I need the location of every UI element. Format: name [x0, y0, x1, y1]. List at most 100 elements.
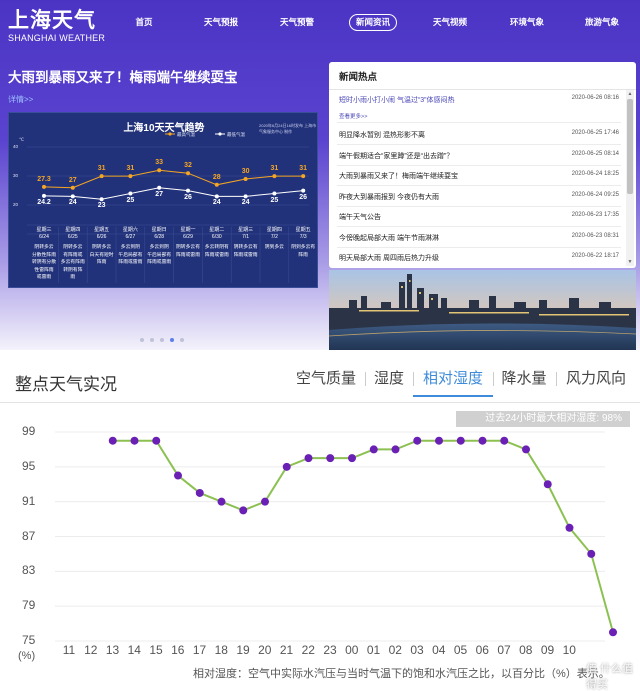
forecast-condition-line: 或雷雨 — [36, 275, 52, 280]
news-item-title: 端午假期适合“家里蹲”还是“出去蹭”？ — [339, 153, 454, 160]
hero-banner: 上海天气 SHANGHAI WEATHER 首页 天气预报 天气预警 新闻资讯 … — [0, 0, 640, 350]
tab-wind[interactable]: 风力风向 — [566, 367, 626, 388]
low-temp-point — [186, 188, 190, 193]
divider — [337, 185, 621, 186]
high-temp-label: 31 — [126, 165, 135, 173]
forecast-day: 星期四 6/25 — [60, 227, 85, 241]
headline-title[interactable]: 大雨到暴雨又来了！梅雨端午继续耍宝 — [8, 66, 238, 86]
tab-divider — [365, 372, 366, 386]
forecast-day: 星期五 7/3 — [291, 227, 316, 241]
forecast-weekday: 星期一 — [180, 227, 196, 233]
news-item-title: 大雨到暴雨又来了！梅雨端午继续耍宝 — [339, 173, 458, 180]
humidity-point — [543, 480, 552, 489]
scroll-up-arrow-icon[interactable]: ▲ — [626, 90, 634, 98]
nav-environment[interactable]: 环境气象 — [510, 13, 544, 31]
x-tick-label: 05 — [453, 643, 468, 657]
forecast-weekday: 星期四 — [266, 227, 282, 233]
forecast-published: 2020年6月24日16时发布 上海市气象服务中心 制作 — [259, 123, 317, 134]
forecast-condition-line: 阴转多云 — [91, 245, 112, 250]
low-temp-point — [42, 193, 46, 198]
carousel-dot[interactable] — [180, 338, 184, 342]
section-title: 整点天气实况 — [15, 375, 117, 394]
high-temp-label: 33 — [155, 159, 164, 167]
high-temp-point — [99, 174, 104, 179]
low-temp-point — [157, 185, 162, 190]
x-tick-label: 02 — [388, 643, 402, 657]
humidity-point — [565, 523, 574, 532]
news-item-date: 2020-06-22 18:17 — [571, 253, 619, 259]
site-logo[interactable]: 上海天气 SHANGHAI WEATHER — [8, 4, 105, 43]
forecast-unit: ℃ — [19, 137, 25, 142]
y-tick-label: 83 — [22, 563, 36, 578]
x-tick-label: 22 — [301, 643, 315, 657]
forecast-date: 6/30 — [211, 234, 222, 240]
tab-relative-humidity[interactable]: 相对湿度 — [423, 367, 483, 388]
nav-travel[interactable]: 旅游气象 — [585, 13, 619, 31]
high-temp-label: 32 — [184, 162, 192, 170]
legend-low: 最低气温 — [227, 132, 245, 137]
carousel-dot[interactable] — [170, 338, 174, 342]
x-tick-label: 13 — [105, 643, 120, 657]
nav-forecast[interactable]: 天气预报 — [204, 13, 238, 31]
news-panel: 新闻热点 短时小雨小打小闹 气温过“3”体感闷热 2020-06-26 08:1… — [329, 62, 636, 268]
carousel-dot[interactable] — [160, 338, 164, 342]
forecast-day: 星期三 7/1 — [233, 227, 258, 241]
detail-link[interactable]: 详情>> — [8, 94, 33, 105]
nav-video[interactable]: 天气视频 — [433, 13, 467, 31]
low-temp-label: 27 — [155, 190, 164, 198]
forecast-condition-line: 转阴有分散 — [32, 260, 56, 265]
humidity-point — [108, 436, 117, 445]
forecast-weekday: 星期三 — [238, 227, 254, 233]
tab-air-quality[interactable]: 空气质量 — [296, 367, 356, 388]
scroll-thumb[interactable] — [627, 99, 633, 194]
forecast-date: 7/3 — [299, 234, 307, 240]
forecast-condition: 阴到多云 — [261, 244, 287, 252]
low-temp-label: 25 — [270, 196, 279, 204]
forecast-card[interactable]: 上海10天天气趋势 2020年6月24日16时发布 上海市气象服务中心 制作 最… — [8, 112, 318, 288]
forecast-date: 6/25 — [67, 234, 78, 240]
tab-divider — [493, 372, 494, 386]
forecast-condition: 多云转阴有 阵雨或雷雨 — [204, 244, 230, 259]
low-temp-label: 24 — [212, 199, 221, 207]
tab-precipitation[interactable]: 降水量 — [501, 367, 546, 388]
low-temp-point — [128, 191, 133, 196]
low-temp-label: 24 — [241, 199, 250, 207]
main-nav: 首页 天气预报 天气预警 新闻资讯 天气视频 环境气象 旅游气象 — [120, 13, 640, 31]
high-temp-label: 27.3 — [37, 175, 51, 183]
forecast-date: 6/27 — [125, 234, 136, 240]
y-tick-label: 95 — [22, 458, 36, 473]
x-tick-label: 19 — [236, 643, 250, 657]
news-item-date: 2020-06-25 17:46 — [571, 130, 619, 136]
carousel-dot[interactable] — [150, 338, 154, 342]
humidity-point — [261, 497, 269, 506]
nav-warning[interactable]: 天气预警 — [280, 13, 314, 31]
low-temp-point — [70, 194, 75, 199]
low-temp-label: 25 — [126, 196, 135, 204]
forecast-date: 7/2 — [270, 234, 278, 240]
low-temp-point — [243, 194, 248, 199]
view-more-link[interactable]: 查看更多>> — [339, 112, 367, 120]
forecast-condition-line: 性雷阵雨 — [34, 267, 54, 273]
forecast-date: 6/29 — [183, 234, 193, 240]
x-tick-label: 09 — [540, 643, 555, 657]
forecast-condition: 阴到多云有 阵雨 — [290, 244, 316, 259]
nav-home[interactable]: 首页 — [135, 13, 152, 31]
high-temp-label: 28 — [212, 173, 221, 181]
forecast-axis-label: 20 — [13, 202, 19, 207]
news-item-date: 2020-06-24 09:25 — [571, 192, 619, 198]
divider — [329, 89, 636, 90]
page: 上海天气 SHANGHAI WEATHER 首页 天气预报 天气预警 新闻资讯 … — [0, 0, 640, 691]
city-skyline-photo[interactable] — [329, 270, 636, 350]
tab-humidity[interactable]: 湿度 — [374, 367, 404, 388]
forecast-condition-line: 阴到多云 — [264, 245, 284, 250]
news-scrollbar[interactable]: ▲ ▼ — [626, 90, 634, 266]
nav-news[interactable]: 新闻资讯 — [348, 14, 398, 31]
scroll-down-arrow-icon[interactable]: ▼ — [626, 258, 634, 266]
forecast-condition-line: 阵雨或雷雨 — [176, 252, 200, 258]
carousel-dot[interactable] — [140, 338, 144, 342]
forecast-condition-line: 阵雨或雷雨 — [147, 260, 172, 265]
news-item-title: 明天局部大雨 周四雨后热力升级 — [339, 255, 439, 262]
x-tick-label: 21 — [279, 643, 294, 657]
y-tick-label: 99 — [22, 424, 36, 438]
forecast-weekday: 星期日 — [151, 227, 167, 233]
